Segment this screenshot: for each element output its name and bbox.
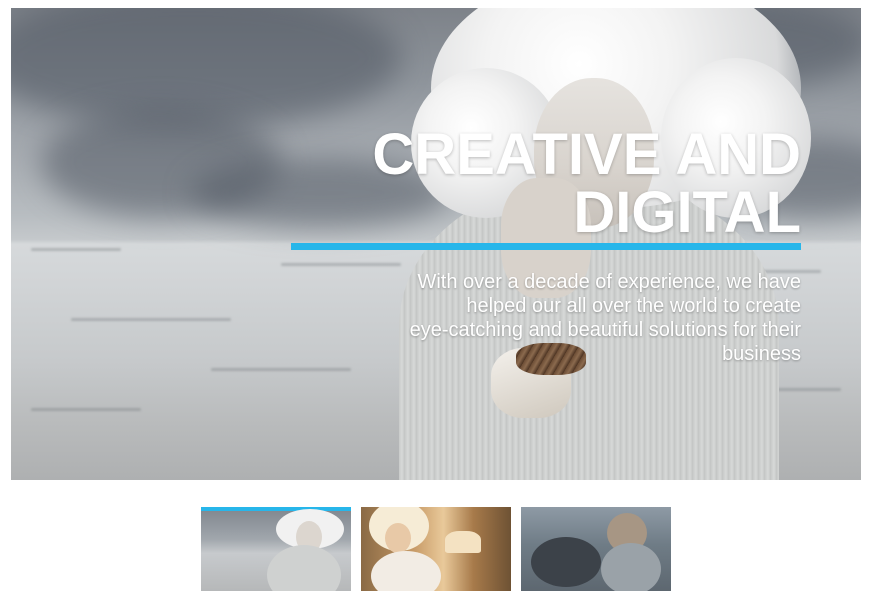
thumbnail-slide-3[interactable]	[521, 507, 671, 591]
tagline-line: With over a decade of experience, we hav…	[417, 271, 801, 293]
thumbnail-strip	[0, 507, 896, 591]
thumbnail-slide-1[interactable]	[201, 507, 351, 591]
thumbnail-lamp	[445, 531, 481, 553]
active-thumbnail-indicator	[201, 507, 351, 511]
tagline-line: eye-catching and beautiful solutions for…	[409, 319, 801, 341]
thumbnail-sweater	[267, 545, 341, 591]
accent-bar	[291, 243, 801, 250]
shore-ripple	[71, 318, 231, 321]
shore-ripple	[281, 263, 401, 266]
shore-ripple	[31, 408, 141, 411]
thumbnail-horse	[531, 537, 601, 587]
headline-line: DIGITAL	[573, 180, 801, 245]
thumbnail-face	[385, 523, 411, 553]
headline-line: CREATIVE AND	[372, 122, 801, 187]
shore-ripple	[211, 368, 351, 371]
tagline-line: business	[722, 343, 801, 365]
slide-headline: CREATIVE AND DIGITAL	[301, 126, 801, 242]
thumbnail-body	[371, 551, 441, 591]
thumbnail-slide-2[interactable]	[361, 507, 511, 591]
cloud	[11, 8, 401, 128]
thumbnail-coat	[601, 543, 661, 591]
shore-ripple	[31, 248, 121, 251]
slide-tagline: With over a decade of experience, we hav…	[301, 270, 801, 366]
hero-slide[interactable]: CREATIVE AND DIGITAL With over a decade …	[11, 8, 861, 480]
tagline-line: helped our all over the world to create	[466, 295, 801, 317]
